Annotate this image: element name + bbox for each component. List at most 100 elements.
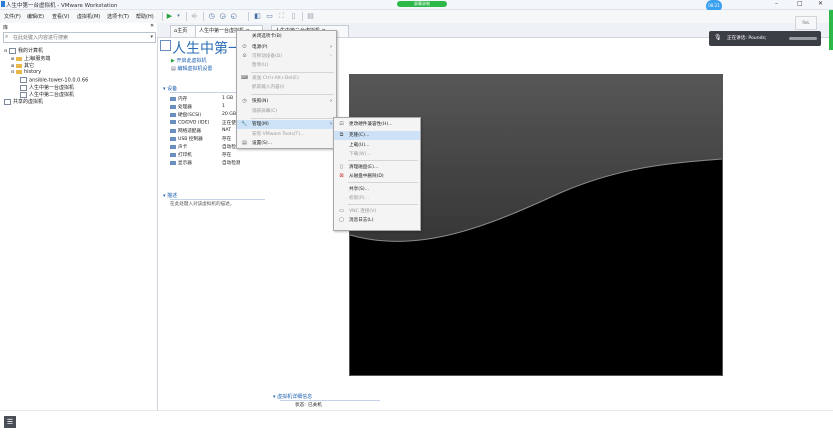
menu-separator [251, 118, 334, 119]
snapshot-icon[interactable]: ◷ [207, 12, 216, 21]
menu-tabs[interactable]: 选项卡(T) [107, 13, 129, 20]
folder-icon [15, 69, 22, 74]
library-close-button[interactable]: ✕ [150, 23, 154, 29]
menu-view[interactable]: 查看(V) [52, 13, 69, 20]
toolbar-separator [186, 12, 187, 21]
device-printer-value: 存在 [222, 153, 232, 158]
library-search-box[interactable]: ⌕ ▾ [3, 32, 156, 43]
shared-vm-icon [4, 98, 11, 105]
tree-item-history[interactable]: ⊟ history [11, 69, 41, 75]
keyboard-icon: ⌨ [241, 75, 249, 81]
device-sound[interactable]: 声卡 [170, 144, 187, 150]
settings-icon: ▤ [171, 66, 176, 72]
toolbar-separator [162, 12, 163, 21]
menu-manage[interactable]: 🔧 管理(M) › [237, 120, 336, 129]
menu-install-tools[interactable]: 安装 VMware Tools(T)... [237, 130, 336, 139]
submenu-message-log[interactable]: ▢ 消息日志(L) [334, 216, 420, 225]
tree-item-other[interactable]: ⊞ 其它 [11, 62, 34, 69]
tree-item-first-vm[interactable]: 人生中第一台虚拟机 [20, 84, 74, 91]
screen-recording-pill[interactable]: 屏幕录制 [397, 1, 447, 7]
submenu-upload[interactable]: 上载(U)... [334, 141, 420, 150]
notification-text: 正在讲话: Pounds; [727, 36, 767, 41]
submenu-change-hw-compat[interactable]: ⊡ 更改硬件兼容性(H)... [334, 120, 420, 129]
tree-item-ansible[interactable]: ansible-tower-10.0.0.66 [20, 77, 88, 84]
device-cdrom[interactable]: CD/DVD (IDE) [170, 120, 209, 126]
description-heading[interactable]: ▾ 描述 [163, 192, 177, 199]
submenu-clean-disk[interactable]: ▯ 清理磁盘(E)... [334, 163, 420, 172]
taskbar-menu-icon[interactable]: ☰ [4, 416, 16, 428]
device-display[interactable]: 显示器 [170, 160, 192, 166]
vm-state-label: 状态: [295, 403, 306, 408]
corner-badge[interactable]: ReL [795, 16, 817, 30]
toolbar-separator [203, 12, 204, 21]
submenu-download[interactable]: 下载(W)... [334, 150, 420, 159]
memory-icon [170, 96, 176, 101]
submenu-delete-from-disk[interactable]: ⊠ 从磁盘中删除(D) [334, 172, 420, 181]
snapshot-manager-icon[interactable]: ◵ [229, 12, 238, 21]
vm-icon [20, 84, 27, 91]
console-view-icon[interactable]: ▤ [306, 12, 315, 21]
menu-removable-devices[interactable]: ⊙ 可移动设备(D) › [237, 52, 336, 61]
tree-root-my-computer[interactable]: ⊟ 我的计算机 [4, 47, 43, 54]
tab-home[interactable]: ⌂主页 [170, 25, 198, 37]
device-network[interactable]: 网络适配器 [170, 128, 201, 134]
power-icon: ⏻ [242, 44, 247, 50]
menu-settings[interactable]: ▤ 设置(S)... [237, 139, 336, 148]
menu-help[interactable]: 帮助(H) [136, 13, 154, 20]
voice-notification[interactable]: 🎙 正在讲话: Pounds; [709, 31, 821, 46]
close-window-button[interactable]: ✕ [818, 0, 823, 7]
search-icon: ⌕ [5, 33, 9, 40]
device-memory[interactable]: 内存 [170, 96, 187, 102]
submenu-share[interactable]: 共享(S)... [334, 185, 420, 194]
menu-send-ctrl-alt-del[interactable]: ⌨ 发送 Ctrl+Alt+Del(E) [237, 74, 336, 83]
cdrom-icon [170, 120, 176, 124]
menu-power[interactable]: ⏻ 电源(P) › [237, 43, 336, 52]
thumbnail-view-icon[interactable]: ▭ [265, 12, 274, 21]
fullscreen-icon[interactable]: ⛶ [277, 12, 286, 21]
menu-separator [348, 182, 418, 183]
submenu-vnc[interactable]: ▭ VNC 连接(V) [334, 207, 420, 216]
dropdown-icon[interactable]: ▾ [174, 12, 183, 21]
delete-icon: ⊠ [339, 173, 344, 179]
revert-snapshot-icon[interactable]: ◶ [218, 12, 227, 21]
submenu-clone[interactable]: ⧉ 克隆(C)... [334, 131, 420, 140]
library-view-icon[interactable]: ◧ [253, 12, 262, 21]
search-dropdown-icon[interactable]: ▾ [150, 34, 153, 40]
device-usb[interactable]: USB 控制器 [170, 136, 203, 142]
device-processor[interactable]: 处理器 [170, 104, 192, 110]
device-display-value: 自动检测 [222, 161, 241, 166]
computer-icon [8, 47, 16, 54]
vm-details-heading[interactable]: ▾ 虚拟机详细信息 [273, 393, 312, 400]
device-memory-value: 1 GB [222, 96, 234, 101]
device-printer[interactable]: 打印机 [170, 152, 192, 158]
minimize-button[interactable]: – [775, 0, 778, 7]
device-cdrom-value: 正在使 [222, 121, 236, 126]
menu-grab-input[interactable]: 抓取输入内容(I) [237, 83, 336, 92]
edit-settings-link[interactable]: ▤ 编辑虚拟机设置 [171, 65, 212, 72]
status-bar: ☰ [0, 410, 833, 440]
devices-heading[interactable]: ▾ 设备 [163, 85, 177, 92]
menu-file[interactable]: 文件(F) [4, 13, 21, 20]
maximize-button[interactable]: □ [797, 0, 803, 7]
description-placeholder[interactable]: 在此处键入对该虚拟机的描述。 [170, 201, 234, 207]
submenu-permissions[interactable]: 权限(P)... [334, 194, 420, 203]
menu-capture-screen[interactable]: 捕获屏幕(C) [237, 107, 336, 116]
menu-close-tab[interactable]: 关闭选项卡(B) [237, 32, 336, 41]
menu-vm[interactable]: 虚拟机(M) [77, 13, 100, 20]
unity-icon[interactable]: ▯ [289, 12, 298, 21]
vm-state-value: 已关机 [308, 403, 322, 408]
menu-snapshot[interactable]: ◷ 快照(N) › [237, 97, 336, 106]
menu-pause[interactable]: 暂停(U) [237, 61, 336, 70]
tree-item-second-vm[interactable]: 人生中第二台虚拟机 [20, 91, 74, 98]
library-search-input[interactable] [13, 33, 148, 42]
menu-separator [251, 94, 334, 95]
power-on-link[interactable]: ▶ 开启此虚拟机 [171, 57, 206, 64]
network-icon [170, 128, 176, 133]
menu-edit[interactable]: 编辑(E) [27, 13, 44, 20]
tree-item-shanghai[interactable]: ⊞ 上海I服务端 [11, 55, 50, 62]
tree-item-shared-vms[interactable]: 共享的虚拟机 [4, 98, 43, 105]
device-network-value: NAT [222, 128, 232, 133]
device-harddisk[interactable]: 硬盘(SCSI) [170, 112, 201, 118]
play-icon[interactable]: ▶ [165, 12, 174, 21]
send-keys-icon[interactable]: ⎆ [190, 12, 199, 21]
